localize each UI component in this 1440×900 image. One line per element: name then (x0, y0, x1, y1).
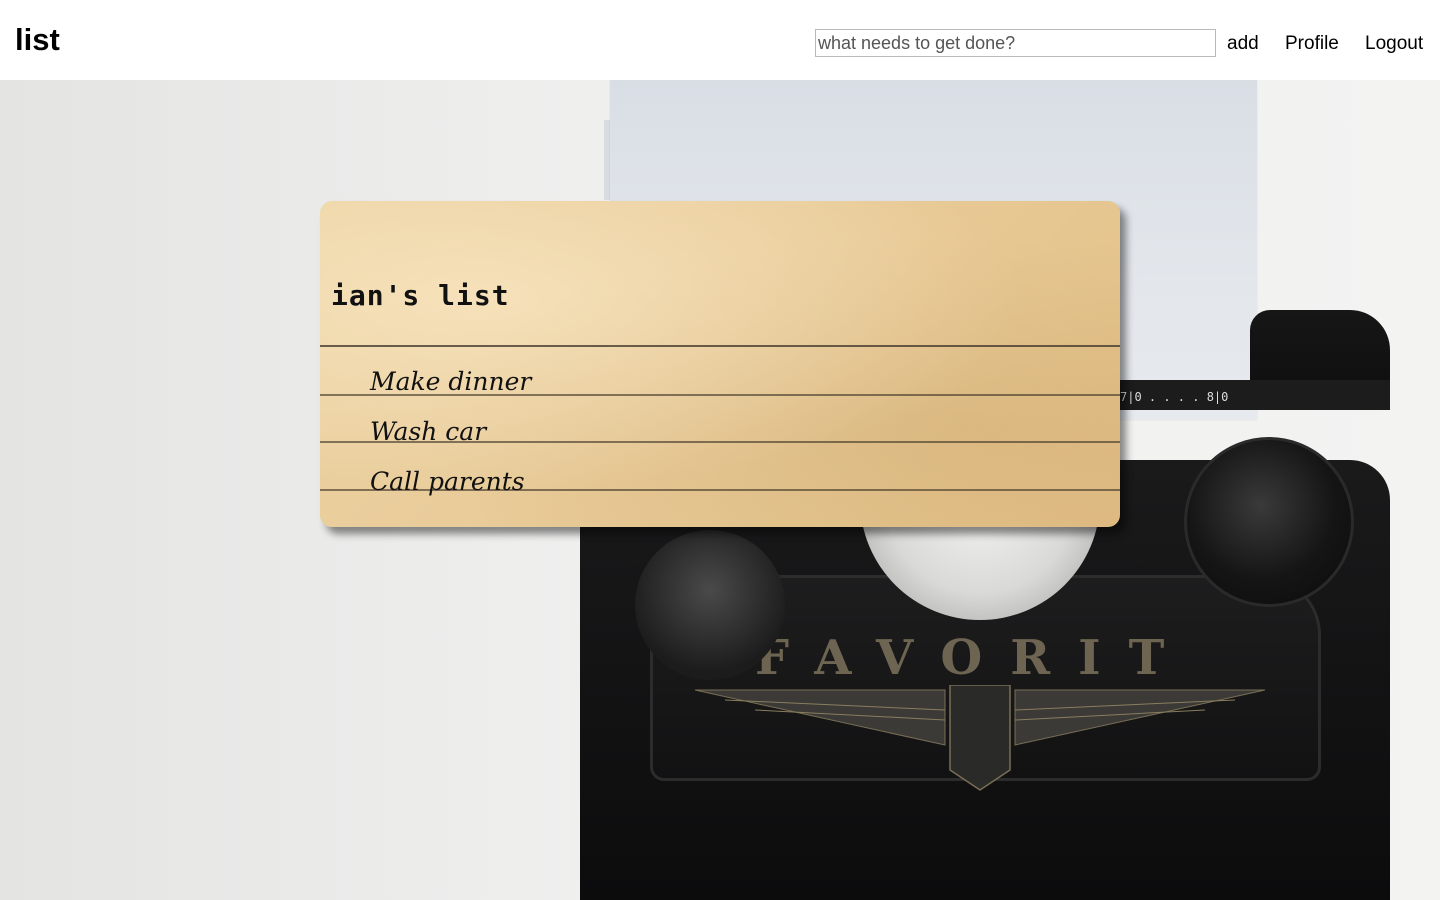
list-title: ian's list (331, 279, 510, 312)
typewriter-right-knob (1184, 437, 1354, 607)
add-link[interactable]: add (1227, 32, 1259, 56)
typewriter-wings-emblem (695, 685, 1265, 791)
profile-link[interactable]: Profile (1285, 32, 1339, 56)
top-navbar: list add Profile Logout (0, 0, 1440, 80)
card-header-rule (320, 345, 1120, 347)
todo-item[interactable]: Call parents (370, 467, 525, 497)
list-card: ian's list Make dinner Wash car Call par… (320, 201, 1120, 527)
app-brand[interactable]: list (15, 20, 60, 60)
typewriter-ruler: 7|0 . . . . 8|0 (1120, 390, 1229, 404)
todo-item[interactable]: Wash car (370, 417, 486, 447)
logout-link[interactable]: Logout (1365, 32, 1423, 56)
typewriter-left-knob (635, 530, 785, 680)
todo-item[interactable]: Make dinner (370, 367, 531, 397)
task-input[interactable] (815, 29, 1216, 57)
typewriter-brand: FAVORIT (755, 630, 1193, 686)
